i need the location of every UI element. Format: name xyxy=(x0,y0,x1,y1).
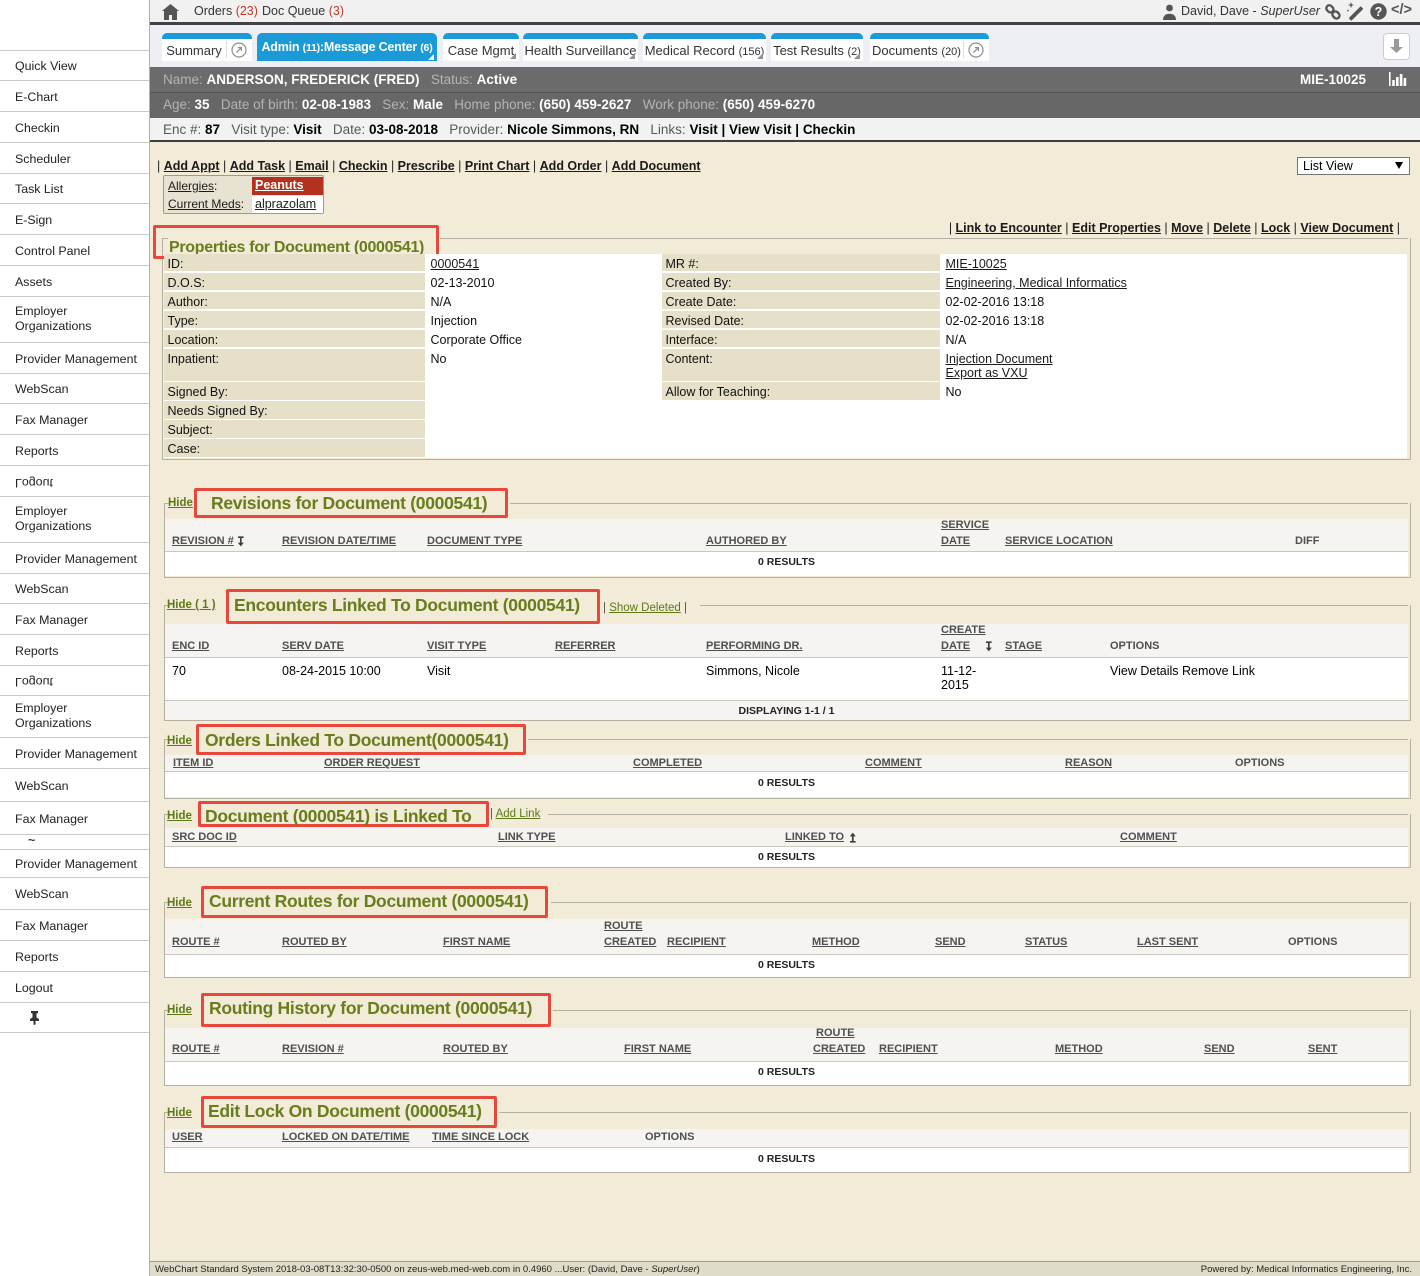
svg-text:?: ? xyxy=(1375,5,1383,19)
